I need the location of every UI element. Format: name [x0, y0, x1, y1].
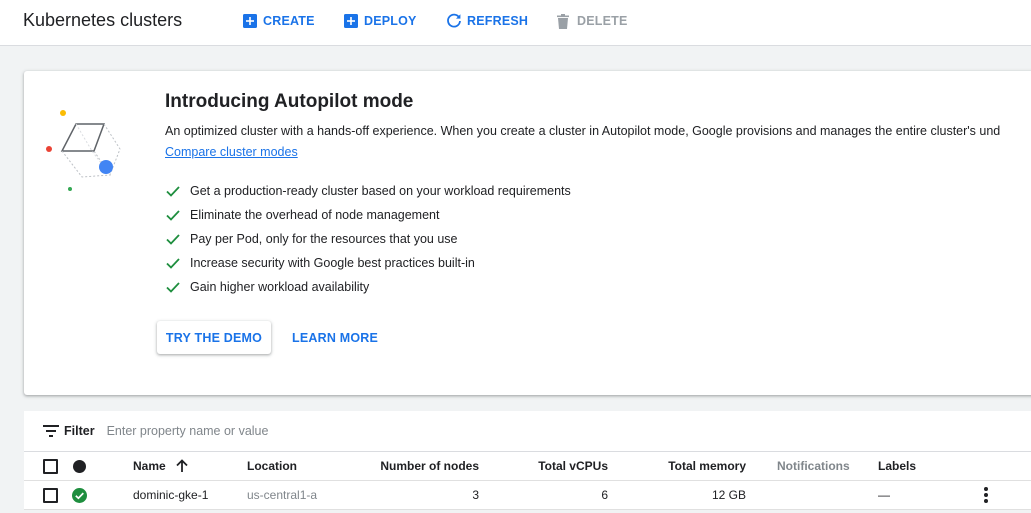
clusters-table: Name Location Number of nodes Total vCPU…: [24, 452, 1031, 510]
promo-title: Introducing Autopilot mode: [165, 91, 414, 112]
benefit-text: Pay per Pod, only for the resources that…: [190, 232, 458, 246]
add-box-icon: [243, 14, 257, 28]
benefit-item: Eliminate the overhead of node managemen…: [165, 203, 571, 227]
table-row[interactable]: dominic-gke-1 us-central1-a 3 6 12 GB —: [24, 481, 1031, 510]
cluster-labels: —: [878, 488, 890, 502]
filter-list-icon: [43, 425, 59, 437]
benefit-item: Get a production-ready cluster based on …: [165, 179, 571, 203]
status-column-icon: [73, 459, 86, 473]
autopilot-promo-card: Introducing Autopilot mode An optimized …: [24, 71, 1031, 395]
compare-cluster-modes-link[interactable]: Compare cluster modes: [165, 145, 298, 159]
delete-button[interactable]: DELETE: [557, 12, 628, 30]
select-all-checkbox[interactable]: [43, 458, 58, 474]
deploy-label: DEPLOY: [364, 14, 417, 28]
column-header-location[interactable]: Location: [247, 452, 297, 480]
filter-label: Filter: [64, 424, 95, 438]
refresh-icon: [447, 13, 461, 28]
row-checkbox[interactable]: [43, 487, 58, 503]
deploy-button[interactable]: DEPLOY: [344, 12, 417, 30]
create-label: CREATE: [263, 14, 315, 28]
column-header-vcpus[interactable]: Total vCPUs: [524, 452, 608, 480]
row-select-cell: [43, 481, 58, 509]
filter-input[interactable]: [106, 424, 507, 438]
delete-label: DELETE: [577, 14, 628, 28]
trash-icon: [557, 13, 569, 29]
more-vert-icon: [984, 487, 988, 503]
benefit-item: Increase security with Google best pract…: [165, 251, 571, 275]
row-status-cell: [72, 481, 87, 509]
column-header-nodes[interactable]: Number of nodes: [378, 452, 479, 480]
check-icon: [166, 210, 180, 221]
status-header-cell: [73, 452, 86, 480]
page-title: Kubernetes clusters: [23, 10, 183, 30]
table-header-row: Name Location Number of nodes Total vCPU…: [24, 452, 1031, 481]
cluster-vcpus: 6: [601, 488, 608, 502]
arrow-up-icon: [176, 459, 188, 472]
check-icon: [166, 282, 180, 293]
cluster-nodes: 3: [472, 488, 479, 502]
column-header-notifications[interactable]: Notifications: [777, 452, 850, 480]
check-icon: [166, 234, 180, 245]
refresh-button[interactable]: REFRESH: [446, 12, 528, 30]
cluster-name-link[interactable]: dominic-gke-1: [133, 481, 208, 509]
cluster-memory: 12 GB: [711, 488, 746, 502]
benefits-list: Get a production-ready cluster based on …: [165, 179, 571, 299]
autopilot-illustration: [46, 110, 121, 191]
learn-more-button[interactable]: LEARN MORE: [282, 321, 388, 354]
benefit-text: Eliminate the overhead of node managemen…: [190, 208, 440, 222]
benefit-text: Get a production-ready cluster based on …: [190, 184, 571, 198]
refresh-label: REFRESH: [467, 14, 529, 28]
add-box-icon: [344, 14, 358, 28]
cluster-location: us-central1-a: [247, 488, 318, 502]
benefit-item: Gain higher workload availability: [165, 275, 571, 299]
check-circle-icon: [72, 487, 87, 503]
page-header: Kubernetes clusters CREATE DEPLOY REFRES…: [0, 0, 1031, 46]
column-header-name[interactable]: Name: [133, 452, 189, 480]
select-all-cell: [43, 452, 58, 480]
promo-description: An optimized cluster with a hands-off ex…: [165, 124, 1001, 138]
check-icon: [166, 258, 180, 269]
create-button[interactable]: CREATE: [243, 12, 315, 30]
benefit-item: Pay per Pod, only for the resources that…: [165, 227, 571, 251]
check-icon: [166, 186, 180, 197]
row-actions-button[interactable]: [984, 481, 988, 509]
column-header-labels[interactable]: Labels: [878, 452, 916, 480]
benefit-text: Increase security with Google best pract…: [190, 256, 475, 270]
column-header-memory[interactable]: Total memory: [654, 452, 746, 480]
benefit-text: Gain higher workload availability: [190, 280, 370, 294]
filter-bar: Filter: [24, 411, 1031, 452]
try-the-demo-button[interactable]: TRY THE DEMO: [157, 321, 271, 354]
column-name-label: Name: [133, 459, 166, 473]
